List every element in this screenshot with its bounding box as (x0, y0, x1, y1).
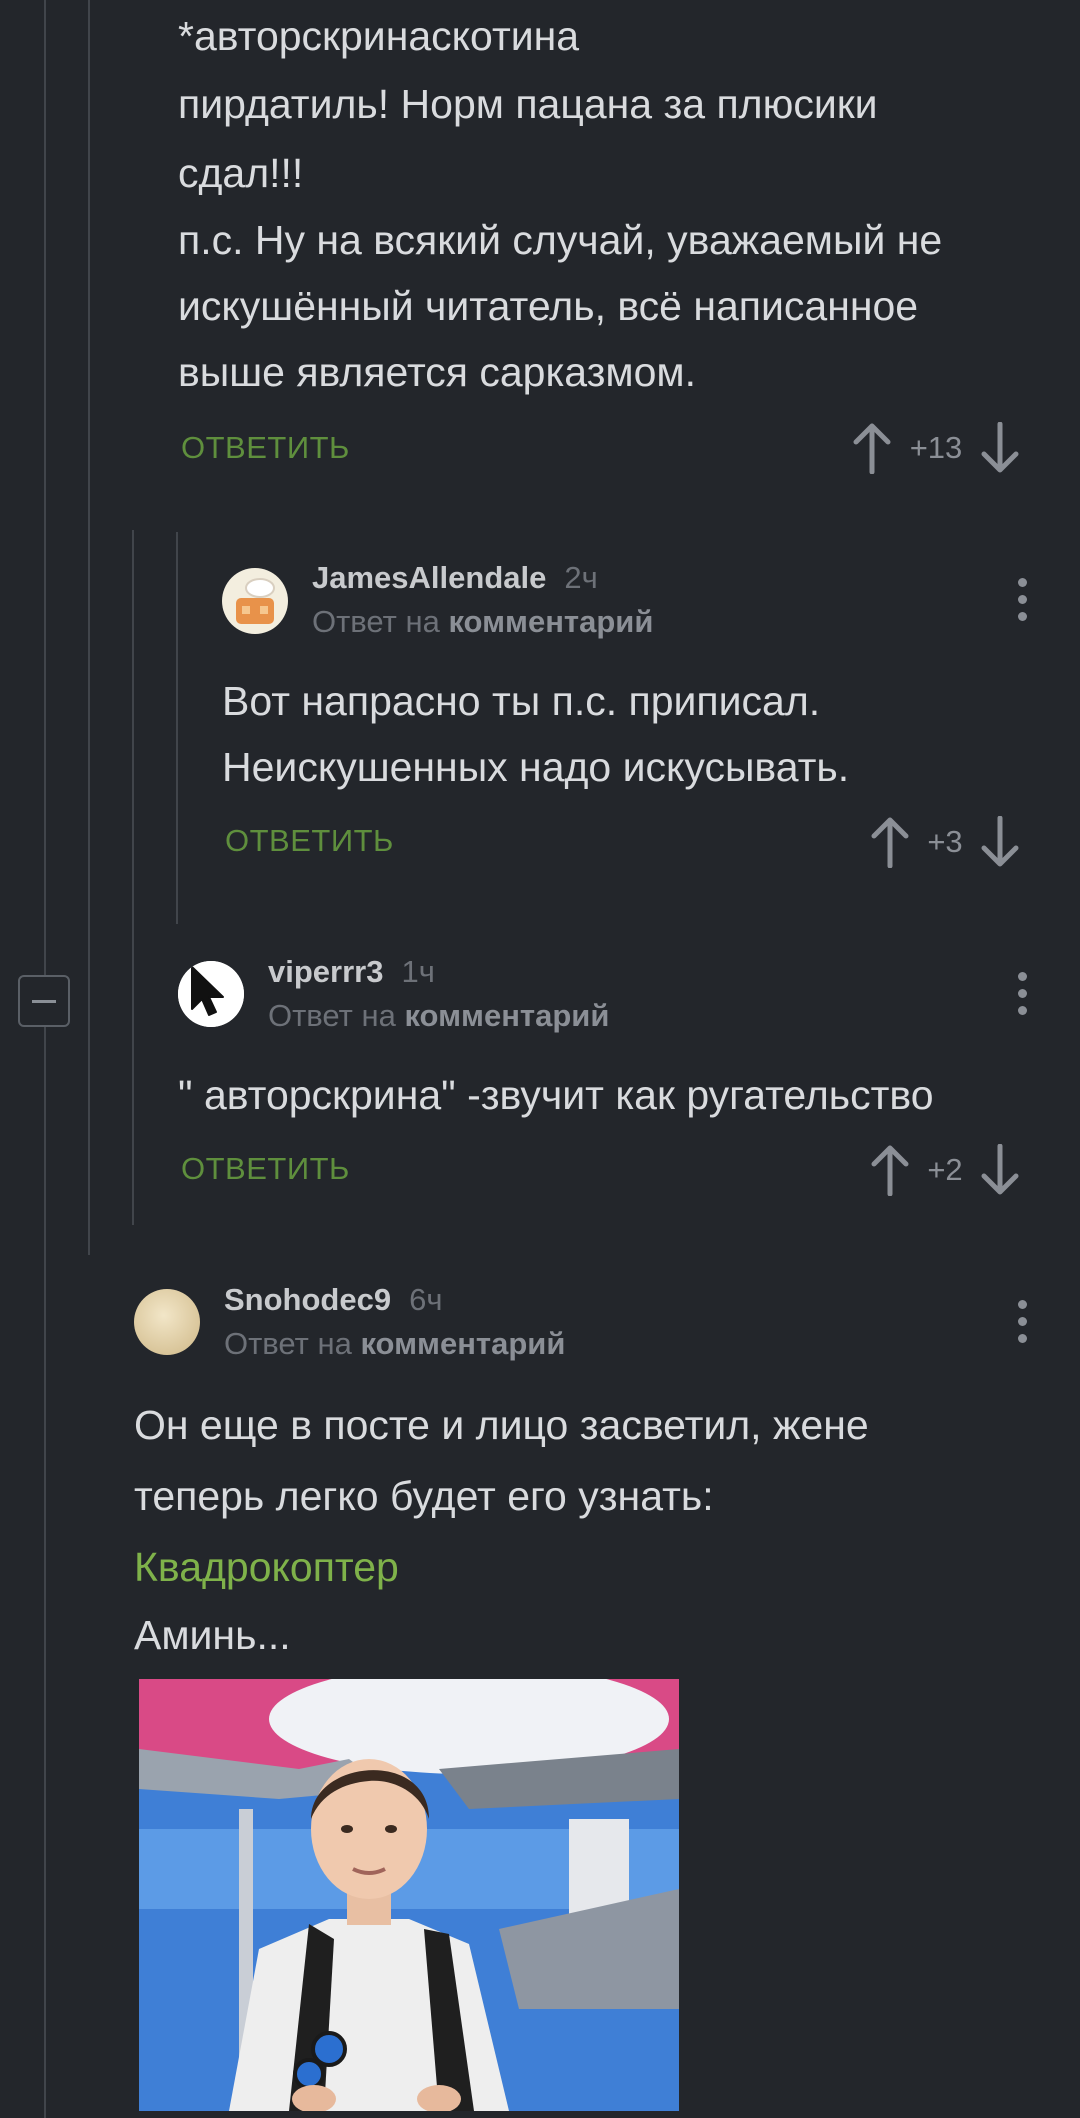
reply-target-link[interactable]: комментарий (448, 604, 653, 639)
reply-button[interactable]: ОТВЕТИТЬ (181, 430, 350, 466)
more-options-icon[interactable] (1012, 972, 1032, 1015)
comment-body-top: *авторскринаскотина пирдатиль! Норм паца… (178, 3, 942, 405)
comment-author[interactable]: Snohodec9 6ч (224, 1282, 443, 1318)
vote-controls: +3 (870, 816, 1020, 868)
comment-link[interactable]: Квадрокоптер (134, 1532, 869, 1602)
vote-score: +2 (927, 1152, 963, 1187)
comment-line: Он еще в посте и лицо засветил, жене (134, 1402, 869, 1448)
comment-body-viper: " авторскрина" -звучит как ругательство (178, 1062, 934, 1128)
comment-time: 1ч (401, 954, 435, 989)
avatar[interactable] (134, 1289, 200, 1355)
comment-line: п.с. Ну на всякий случай, уважаемый не (178, 217, 943, 263)
author-name[interactable]: Snohodec9 (224, 1282, 391, 1317)
collapse-thread-button[interactable] (18, 975, 70, 1027)
vote-controls: +2 (870, 1144, 1020, 1196)
reply-target-link[interactable]: комментарий (404, 998, 609, 1033)
comment-line: *авторскринаскотина (178, 13, 580, 59)
comment-line: Аминь... (134, 1612, 291, 1658)
thread-line-level-3 (176, 532, 178, 924)
more-options-icon[interactable] (1012, 578, 1032, 621)
downvote-arrow-icon[interactable] (980, 1144, 1020, 1196)
author-name[interactable]: JamesAllendale (312, 560, 546, 595)
comment-time: 2ч (564, 560, 598, 595)
reply-prefix: Ответ на (312, 604, 440, 639)
reply-button[interactable]: ОТВЕТИТЬ (225, 823, 394, 859)
avatar[interactable] (178, 961, 244, 1027)
upvote-arrow-icon[interactable] (870, 1144, 910, 1196)
reply-target-link[interactable]: комментарий (360, 1326, 565, 1361)
reply-prefix: Ответ на (224, 1326, 352, 1361)
reply-to-label: Ответ на комментарий (224, 1326, 565, 1362)
comment-author[interactable]: JamesAllendale 2ч (312, 560, 598, 596)
more-options-icon[interactable] (1012, 1300, 1032, 1343)
vote-score: +13 (909, 430, 963, 465)
comment-image[interactable] (139, 1679, 679, 2111)
vote-controls: +13 (852, 422, 1020, 474)
comment-author[interactable]: viperrr3 1ч (268, 954, 435, 990)
comment-line: выше является сарказмом. (178, 349, 697, 395)
comment-body-snohodec: Он еще в посте и лицо засветил, жене теп… (134, 1390, 869, 1668)
comment-body-james: Вот напрасно ты п.с. приписал. Неискушен… (222, 668, 849, 800)
reply-prefix: Ответ на (268, 998, 396, 1033)
comment-line: Неискушенных надо искусывать. (222, 744, 850, 790)
comment-line: искушённый читатель, всё написанное (178, 283, 919, 329)
thread-line-level-2 (132, 530, 134, 1225)
avatar[interactable] (222, 568, 288, 634)
comment-line: теперь легко будет его узнать: (134, 1473, 714, 1519)
thread-line-level-1 (88, 0, 90, 1255)
downvote-arrow-icon[interactable] (980, 816, 1020, 868)
upvote-arrow-icon[interactable] (852, 422, 892, 474)
comment-line: сдал!!! (178, 150, 304, 196)
thread-line-level-0 (44, 0, 46, 2118)
reply-to-label: Ответ на комментарий (268, 998, 609, 1034)
reply-button[interactable]: ОТВЕТИТЬ (181, 1151, 350, 1187)
downvote-arrow-icon[interactable] (980, 422, 1020, 474)
upvote-arrow-icon[interactable] (870, 816, 910, 868)
reply-to-label: Ответ на комментарий (312, 604, 653, 640)
comment-line: Вот напрасно ты п.с. приписал. (222, 678, 821, 724)
vote-score: +3 (927, 824, 963, 859)
author-name[interactable]: viperrr3 (268, 954, 383, 989)
comment-line: пирдатиль! Норм пацана за плюсики (178, 81, 878, 127)
comment-line: " авторскрина" -звучит как ругательство (178, 1072, 934, 1118)
comment-time: 6ч (409, 1282, 443, 1317)
